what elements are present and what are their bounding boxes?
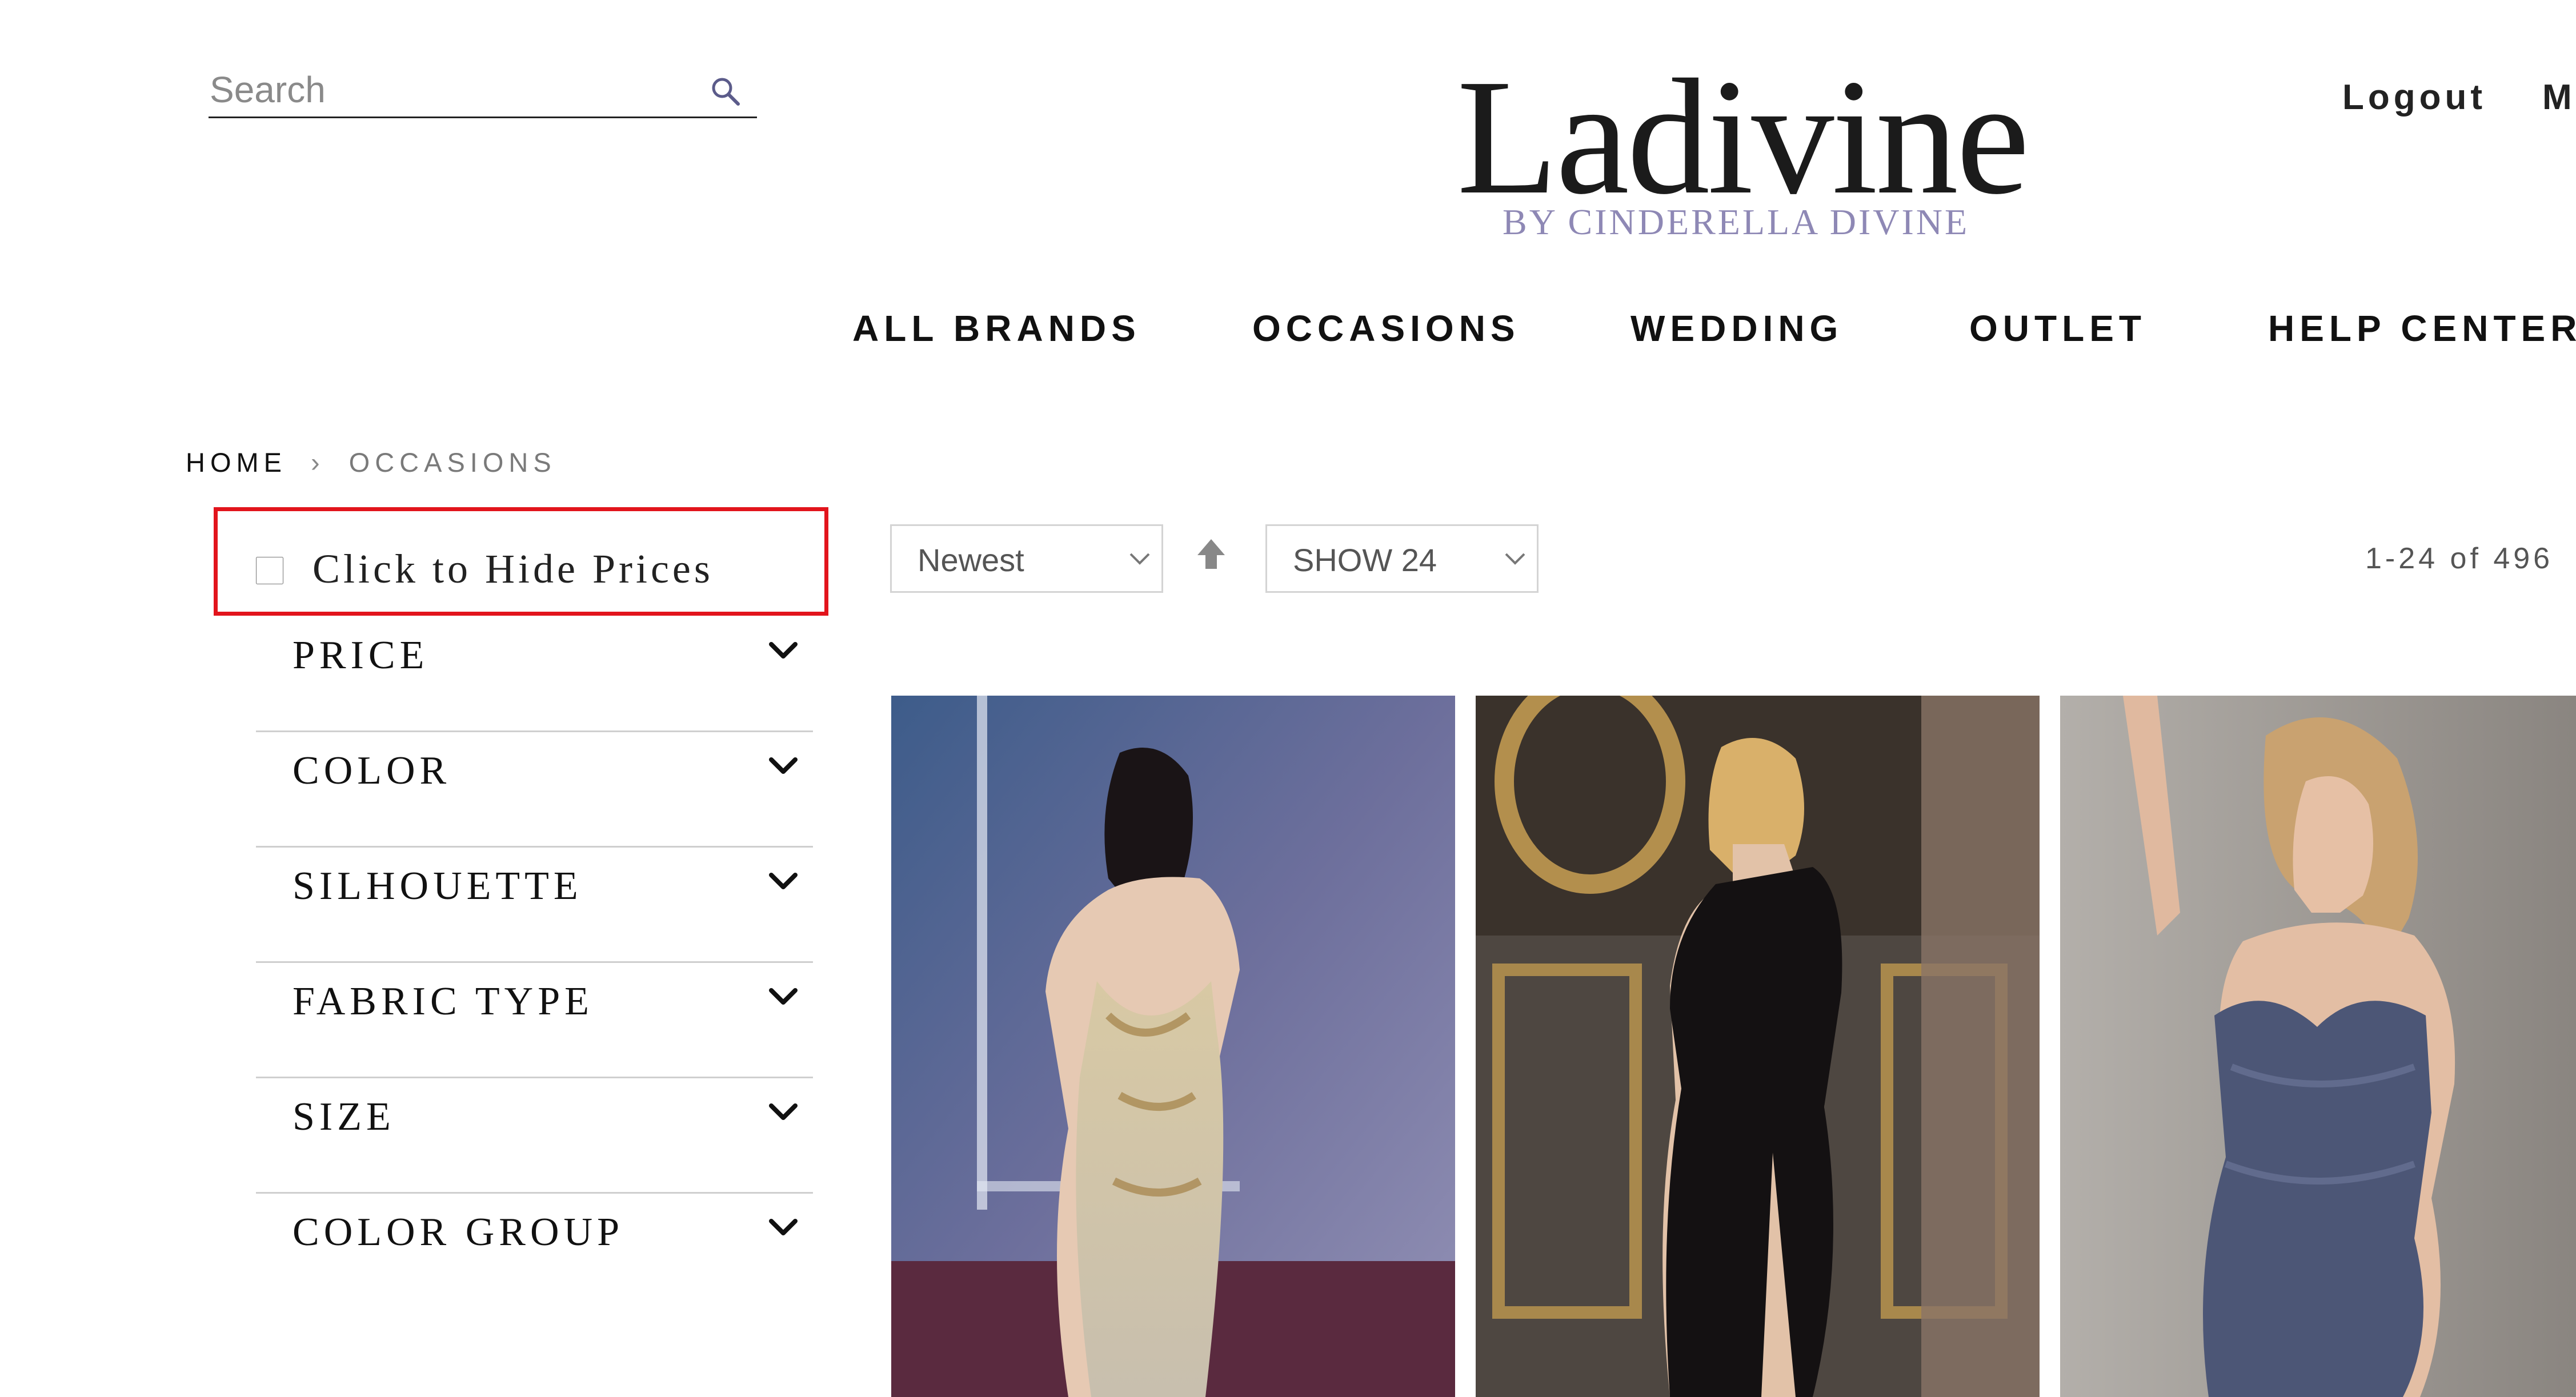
search-input[interactable] xyxy=(209,64,702,115)
chevron-down-icon xyxy=(769,1103,798,1120)
product-image[interactable] xyxy=(2060,696,2576,1397)
filter-size[interactable]: SIZE xyxy=(256,1078,813,1194)
filter-list: PRICE COLOR SILHOUETTE FABRIC TYPE SIZE … xyxy=(256,617,813,1307)
result-count: 1-24 of 496 xyxy=(2365,542,2554,575)
product-photo-blue-gown xyxy=(2060,696,2576,1397)
filter-label: PRICE xyxy=(293,633,429,677)
filter-color-group[interactable]: COLOR GROUP xyxy=(256,1194,813,1307)
filter-price[interactable]: PRICE xyxy=(256,617,813,732)
product-image[interactable] xyxy=(1476,696,2040,1397)
brand-logo[interactable]: Ladivine xyxy=(1457,54,2030,220)
nav-item-occasions[interactable]: OCCASIONS xyxy=(1252,307,1520,350)
breadcrumb-separator: › xyxy=(311,447,325,477)
filter-label: FABRIC TYPE xyxy=(293,979,594,1023)
main-nav: ALL BRANDS OCCASIONS WEDDING OUTLET HELP… xyxy=(852,307,2576,353)
product-photo-black-gown xyxy=(1476,696,2040,1397)
chevron-down-icon xyxy=(1505,553,1525,565)
chevron-down-icon xyxy=(769,1219,798,1235)
chevron-down-icon xyxy=(769,757,798,774)
filter-silhouette[interactable]: SILHOUETTE xyxy=(256,848,813,963)
nav-item-all-brands[interactable]: ALL BRANDS xyxy=(852,307,1141,350)
filter-fabric-type[interactable]: FABRIC TYPE xyxy=(256,963,813,1078)
hide-prices-label[interactable]: Click to Hide Prices xyxy=(313,545,714,593)
filter-label: COLOR xyxy=(293,749,451,793)
filter-label: SILHOUETTE xyxy=(293,864,583,908)
filter-color[interactable]: COLOR xyxy=(256,732,813,848)
logout-link[interactable]: Logout xyxy=(2342,77,2486,118)
page-size-select[interactable]: SHOW 24 xyxy=(1265,524,1539,593)
breadcrumb-current: OCCASIONS xyxy=(348,447,556,477)
chevron-down-icon xyxy=(769,873,798,889)
filter-label: COLOR GROUP xyxy=(293,1210,624,1254)
search-icon[interactable] xyxy=(708,74,743,109)
page-size-value: SHOW 24 xyxy=(1293,542,1437,578)
arrow-up-icon[interactable] xyxy=(1194,537,1228,571)
nav-item-wedding[interactable]: WEDDING xyxy=(1630,307,1843,350)
chevron-down-icon xyxy=(1129,553,1150,565)
product-photo-gold-gown xyxy=(891,696,1455,1397)
breadcrumb-home[interactable]: HOME xyxy=(186,447,287,477)
chevron-down-icon xyxy=(769,642,798,659)
sort-select[interactable]: Newest xyxy=(890,524,1163,593)
account-menu-link[interactable]: M xyxy=(2542,77,2572,118)
nav-item-outlet[interactable]: OUTLET xyxy=(1969,307,2146,350)
breadcrumb: HOME › OCCASIONS xyxy=(186,447,556,478)
chevron-down-icon xyxy=(769,988,798,1005)
nav-item-help-center[interactable]: HELP CENTER xyxy=(2268,307,2576,350)
sort-value: Newest xyxy=(918,542,1024,578)
filter-label: SIZE xyxy=(293,1095,395,1139)
hide-prices-checkbox[interactable] xyxy=(256,557,283,584)
product-image[interactable] xyxy=(891,696,1455,1397)
search-bar xyxy=(209,64,757,118)
brand-logo-subtitle: BY CINDERELLA DIVINE xyxy=(1503,202,1970,242)
